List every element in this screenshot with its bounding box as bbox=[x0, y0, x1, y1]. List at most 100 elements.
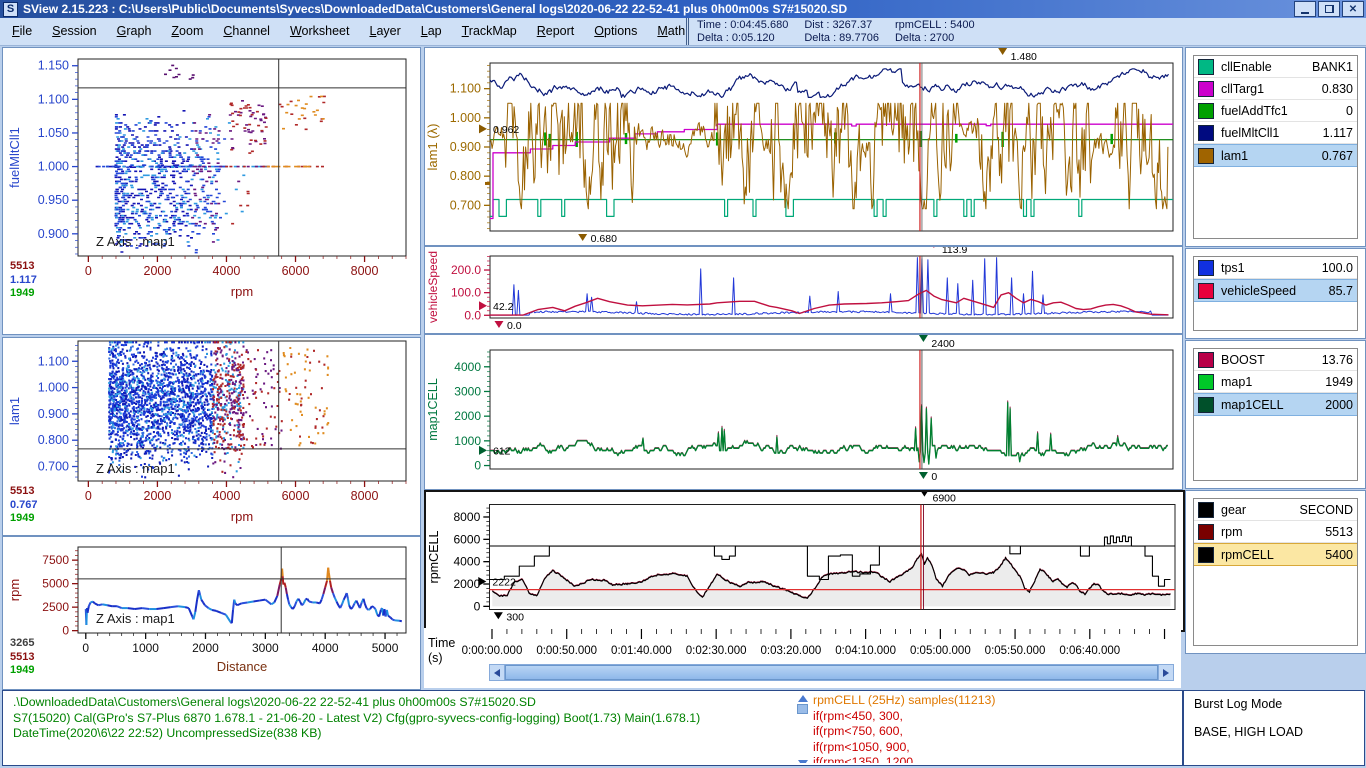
channel-value: 100.0 bbox=[1322, 261, 1353, 275]
formula-scroll-up-icon[interactable] bbox=[798, 695, 808, 702]
svg-text:1.050: 1.050 bbox=[38, 126, 69, 140]
plot-rpm-vs-distance[interactable]: 0250050007500010002000300040005000rpmDis… bbox=[2, 536, 421, 690]
channel-row-rpm[interactable]: rpm5513 bbox=[1194, 521, 1357, 543]
svg-text:3000: 3000 bbox=[252, 641, 279, 655]
menu-layer[interactable]: Layer bbox=[359, 18, 410, 45]
svg-text:100.0: 100.0 bbox=[451, 286, 481, 300]
formula-scrollbar[interactable] bbox=[797, 695, 808, 761]
scroll-right-icon bbox=[1163, 669, 1169, 677]
scroll-left-icon bbox=[494, 669, 500, 677]
log-mode-box: Burst Log Mode BASE, HIGH LOAD bbox=[1183, 690, 1365, 766]
svg-text:2222: 2222 bbox=[492, 577, 516, 589]
cursor-values: 55130.7671949 bbox=[10, 485, 38, 526]
svg-text:0.800: 0.800 bbox=[38, 433, 69, 447]
close-button[interactable]: ✕ bbox=[1342, 1, 1364, 17]
svg-text:0: 0 bbox=[474, 459, 481, 473]
scrollbar-thumb[interactable] bbox=[505, 665, 1158, 680]
channel-value: 1949 bbox=[1325, 375, 1353, 389]
menu-worksheet[interactable]: Worksheet bbox=[280, 18, 360, 45]
formula-scroll-thumb[interactable] bbox=[797, 704, 808, 714]
sview-window: S SView 2.15.223 : C:\Users\Public\Docum… bbox=[0, 0, 1366, 768]
channel-panel-map: BOOST13.76map11949map1CELL2000 bbox=[1185, 340, 1366, 489]
svg-text:8000: 8000 bbox=[351, 264, 379, 278]
channel-row-lam1[interactable]: lam10.767 bbox=[1194, 144, 1357, 167]
svg-text:1.100: 1.100 bbox=[38, 354, 69, 368]
cursor-info-bar: Time : 0:04:45.680Delta : 0:05.120Dist :… bbox=[686, 18, 991, 45]
channel-row-map1[interactable]: map11949 bbox=[1194, 371, 1357, 393]
channel-row-BOOST[interactable]: BOOST13.76 bbox=[1194, 349, 1357, 371]
svg-text:4000: 4000 bbox=[453, 555, 480, 569]
restore-button[interactable] bbox=[1318, 1, 1340, 17]
window-title: SView 2.15.223 : C:\Users\Public\Documen… bbox=[23, 2, 1294, 16]
channel-row-fuelMltCll1[interactable]: fuelMltCll11.117 bbox=[1194, 122, 1357, 144]
channel-color-swatch bbox=[1198, 103, 1214, 119]
minimize-button[interactable] bbox=[1294, 1, 1316, 17]
log-info-box: .\DownloadedData\Customers\General logs\… bbox=[2, 690, 1183, 766]
channel-color-swatch bbox=[1198, 397, 1214, 413]
scatter-lam1-vs-rpm[interactable]: 0.7000.8000.9001.0001.100020004000600080… bbox=[2, 337, 421, 536]
time-tick-label: 0:04:10.000 bbox=[835, 645, 896, 657]
svg-text:rpmCELL: rpmCELL bbox=[427, 530, 441, 583]
svg-text:2000: 2000 bbox=[192, 641, 219, 655]
time-tick-label: 0:06:40.000 bbox=[1059, 645, 1120, 657]
channel-list[interactable]: BOOST13.76map11949map1CELL2000 bbox=[1193, 348, 1358, 481]
log-mode-value: BASE, HIGH LOAD bbox=[1194, 725, 1303, 739]
channel-name: cllTarg1 bbox=[1221, 82, 1322, 96]
svg-text:0.950: 0.950 bbox=[38, 193, 69, 207]
menu-report[interactable]: Report bbox=[527, 18, 585, 45]
svg-text:3000: 3000 bbox=[454, 384, 481, 398]
menu-file[interactable]: File bbox=[2, 18, 42, 45]
svg-text:0.962: 0.962 bbox=[493, 124, 519, 136]
info-col-2: rpmCELL : 5400Delta : 2700 bbox=[895, 18, 975, 45]
svg-text:8000: 8000 bbox=[453, 510, 480, 524]
svg-text:0: 0 bbox=[931, 471, 937, 483]
channel-list[interactable]: tps1100.0vehicleSpeed85.7 bbox=[1193, 256, 1358, 331]
channel-row-gear[interactable]: gearSECOND bbox=[1194, 499, 1357, 521]
channel-list[interactable]: gearSECONDrpm5513rpmCELL5400 bbox=[1193, 498, 1358, 646]
svg-text:0.900: 0.900 bbox=[38, 407, 69, 421]
svg-text:1.100: 1.100 bbox=[38, 92, 69, 106]
channel-row-cllEnable[interactable]: cllEnableBANK1 bbox=[1194, 56, 1357, 78]
svg-text:5000: 5000 bbox=[42, 577, 69, 591]
timeseries-map1cell[interactable]: 01000200030004000map1CELL24000612 bbox=[424, 334, 1183, 490]
time-axis: Time(s) 0:00:00.0000:00:50.0000:01:40.00… bbox=[424, 628, 1181, 688]
timeseries-lam1[interactable]: 0.7000.8000.9001.0001.100lam1 (λ)1.4800.… bbox=[424, 47, 1183, 246]
menu-session[interactable]: Session bbox=[42, 18, 106, 45]
channel-color-swatch bbox=[1198, 374, 1214, 390]
scroll-left-button[interactable] bbox=[490, 665, 505, 680]
timeseries-vehiclespeed[interactable]: 0.0100.0200.0vehicleSpeed113.90.042.2 bbox=[424, 246, 1183, 334]
svg-text:612: 612 bbox=[493, 445, 511, 457]
time-tick-strip bbox=[424, 628, 1181, 642]
channel-row-rpmCELL[interactable]: rpmCELL5400 bbox=[1194, 543, 1357, 566]
svg-text:0.680: 0.680 bbox=[591, 233, 617, 245]
log-file-info: .\DownloadedData\Customers\General logs\… bbox=[13, 695, 700, 742]
menu-channel[interactable]: Channel bbox=[213, 18, 280, 45]
svg-text:0: 0 bbox=[85, 489, 92, 503]
timeseries-rpmcell-selected[interactable]: 02000400060008000rpmCELL69003002222 bbox=[424, 490, 1185, 632]
menu-lap[interactable]: Lap bbox=[411, 18, 452, 45]
menu-zoom[interactable]: Zoom bbox=[161, 18, 213, 45]
menu-options[interactable]: Options bbox=[584, 18, 647, 45]
burst-log-mode-label: Burst Log Mode bbox=[1194, 697, 1282, 711]
channel-name: vehicleSpeed bbox=[1221, 284, 1329, 298]
horizontal-scrollbar[interactable] bbox=[489, 664, 1174, 681]
channel-row-cllTarg1[interactable]: cllTarg10.830 bbox=[1194, 78, 1357, 100]
channel-row-tps1[interactable]: tps1100.0 bbox=[1194, 257, 1357, 279]
channel-value: 2000 bbox=[1325, 398, 1353, 412]
menu-graph[interactable]: Graph bbox=[107, 18, 162, 45]
scroll-right-button[interactable] bbox=[1158, 665, 1173, 680]
channel-list[interactable]: cllEnableBANK1cllTarg10.830fuelAddTfc10f… bbox=[1193, 55, 1358, 239]
scatter-fuelmltcll1-vs-rpm[interactable]: 0.9000.9501.0001.0501.1001.1500200040006… bbox=[2, 47, 421, 335]
channel-name: tps1 bbox=[1221, 261, 1322, 275]
title-bar[interactable]: S SView 2.15.223 : C:\Users\Public\Docum… bbox=[0, 0, 1366, 18]
svg-text:map1CELL: map1CELL bbox=[426, 378, 440, 441]
channel-name: cllEnable bbox=[1221, 60, 1312, 74]
channel-row-map1CELL[interactable]: map1CELL2000 bbox=[1194, 393, 1357, 416]
formula-scroll-down-icon[interactable] bbox=[798, 760, 808, 763]
channel-row-vehicleSpeed[interactable]: vehicleSpeed85.7 bbox=[1194, 279, 1357, 302]
channel-name: rpmCELL bbox=[1221, 548, 1325, 562]
svg-text:0.800: 0.800 bbox=[450, 169, 481, 183]
channel-value: 0.830 bbox=[1322, 82, 1353, 96]
menu-trackmap[interactable]: TrackMap bbox=[452, 18, 527, 45]
channel-row-fuelAddTfc1[interactable]: fuelAddTfc10 bbox=[1194, 100, 1357, 122]
